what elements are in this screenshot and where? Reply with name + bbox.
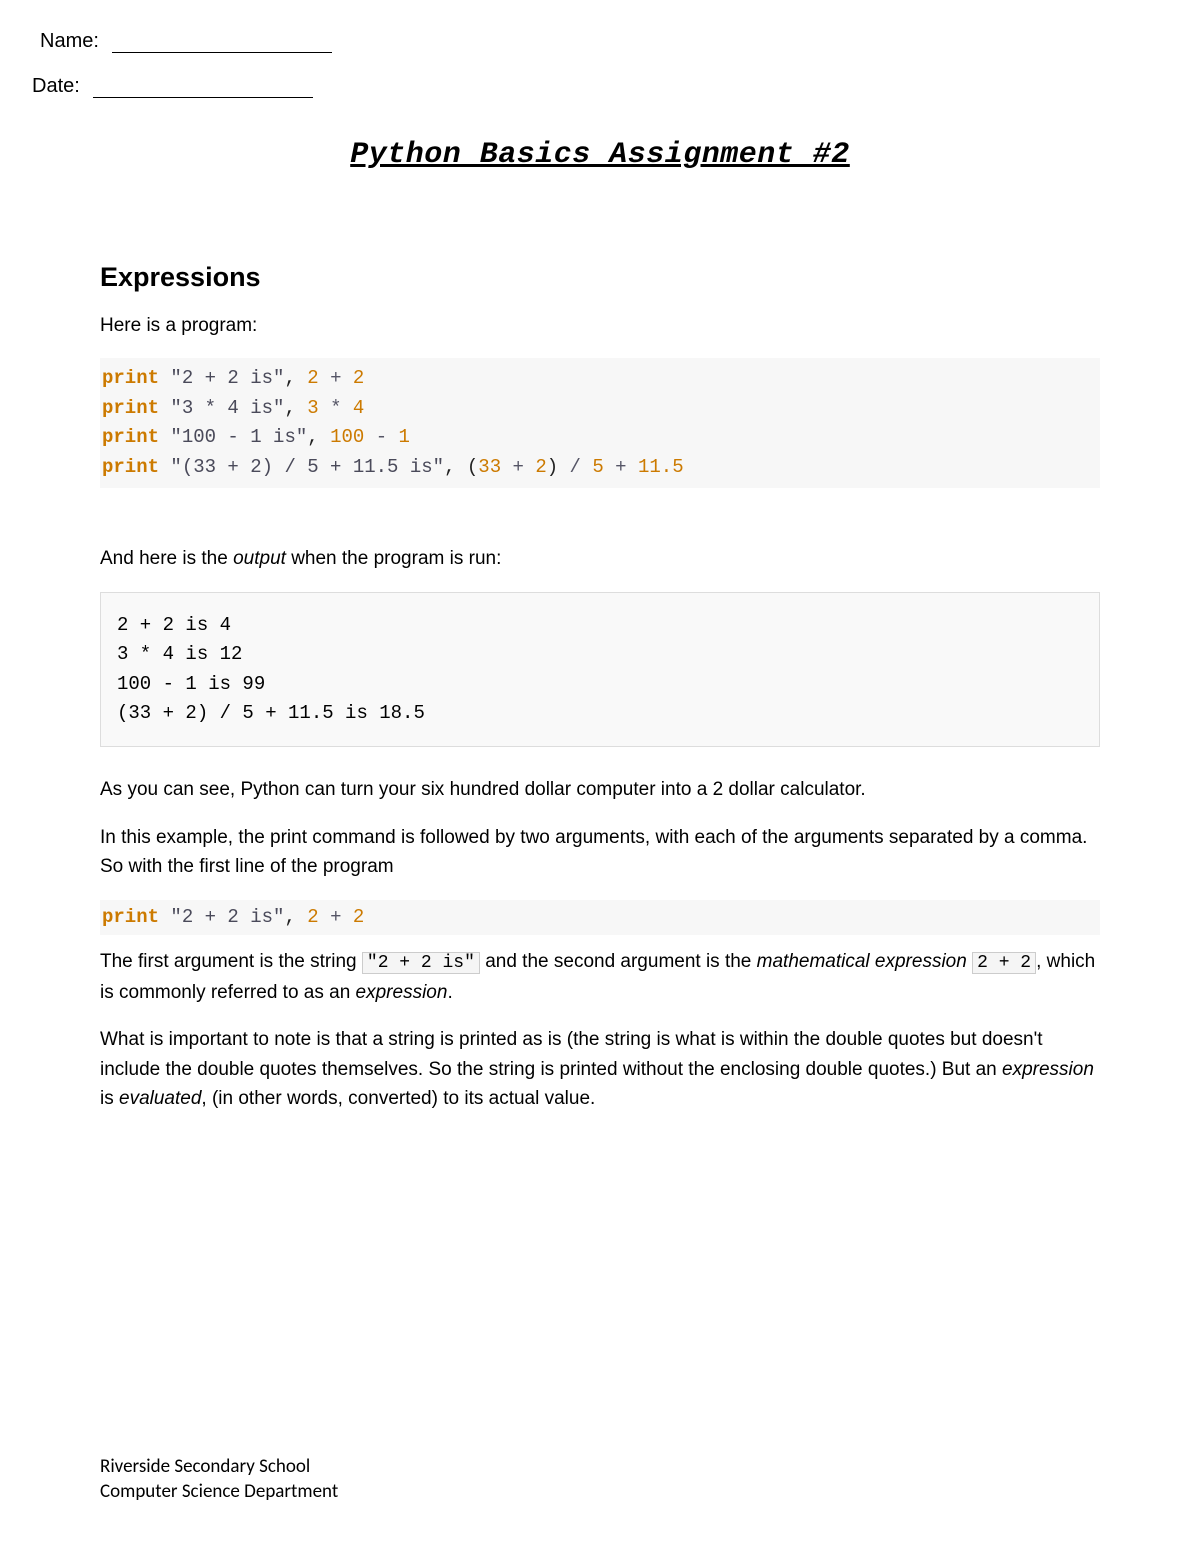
code-number: 100	[330, 426, 364, 448]
text: And here is the	[100, 548, 233, 569]
paragraph-4: What is important to note is that a stri…	[100, 1025, 1100, 1113]
code-operator: +	[330, 906, 341, 928]
date-field-row: Date:	[32, 75, 1100, 98]
text: and the second argument is the	[480, 951, 757, 972]
text-italic: output	[233, 548, 286, 569]
code-punct: ,	[284, 397, 295, 419]
code-string: "2 + 2 is"	[170, 367, 284, 389]
text-italic: evaluated	[119, 1088, 201, 1109]
footer-line-1: Riverside Secondary School	[100, 1454, 338, 1480]
code-keyword: print	[102, 456, 159, 478]
text: .	[447, 982, 452, 1003]
code-keyword: print	[102, 397, 159, 419]
text: when the program is run:	[286, 548, 501, 569]
footer-line-2: Computer Science Department	[100, 1479, 338, 1505]
code-punct: ,	[284, 367, 295, 389]
code-keyword: print	[102, 906, 159, 928]
paragraph-2: In this example, the print command is fo…	[100, 823, 1100, 882]
text-italic: expression	[1002, 1059, 1094, 1080]
code-string: "3 * 4 is"	[170, 397, 284, 419]
code-number: 3	[307, 397, 318, 419]
code-punct: ,	[307, 426, 318, 448]
code-number: 2	[353, 906, 364, 928]
name-label: Name:	[40, 30, 99, 53]
section-heading: Expressions	[100, 262, 1100, 293]
text: , (in other words, converted) to its act…	[201, 1088, 595, 1109]
date-blank-line	[93, 97, 313, 98]
paragraph-1: As you can see, Python can turn your six…	[100, 775, 1100, 804]
code-number: 2	[535, 456, 546, 478]
header-fields: Name: Date:	[100, 30, 1100, 98]
output-intro: And here is the output when the program …	[100, 544, 1100, 573]
code-operator: -	[376, 426, 387, 448]
code-number: 11.5	[638, 456, 684, 478]
code-punct: (	[467, 456, 478, 478]
code-punct: )	[547, 456, 558, 478]
code-block-2: print "2 + 2 is", 2 + 2	[100, 900, 1100, 935]
code-operator: /	[570, 456, 581, 478]
intro-text: Here is a program:	[100, 311, 1100, 340]
code-string: "(33 + 2) / 5 + 11.5 is"	[170, 456, 444, 478]
text-italic: expression	[356, 982, 448, 1003]
code-operator: *	[330, 397, 341, 419]
code-number: 5	[592, 456, 603, 478]
code-string: "100 - 1 is"	[170, 426, 307, 448]
code-number: 1	[399, 426, 410, 448]
code-number: 33	[478, 456, 501, 478]
code-punct: ,	[444, 456, 455, 478]
text: The first argument is the string	[100, 951, 362, 972]
code-keyword: print	[102, 367, 159, 389]
footer: Riverside Secondary School Computer Scie…	[100, 1454, 338, 1505]
code-keyword: print	[102, 426, 159, 448]
text-italic: mathematical expression	[757, 951, 967, 972]
date-label: Date:	[32, 75, 80, 98]
name-field-row: Name:	[40, 30, 1100, 53]
paragraph-3: The first argument is the string "2 + 2 …	[100, 947, 1100, 1007]
code-punct: ,	[284, 906, 295, 928]
code-number: 2	[353, 367, 364, 389]
code-string: "2 + 2 is"	[170, 906, 284, 928]
code-operator: +	[513, 456, 524, 478]
code-operator: +	[615, 456, 626, 478]
output-block: 2 + 2 is 4 3 * 4 is 12 100 - 1 is 99 (33…	[100, 592, 1100, 748]
code-number: 2	[307, 906, 318, 928]
inline-code: 2 + 2	[972, 952, 1036, 974]
text: What is important to note is that a stri…	[100, 1029, 1043, 1079]
code-block-1: print "2 + 2 is", 2 + 2 print "3 * 4 is"…	[100, 358, 1100, 488]
code-number: 2	[307, 367, 318, 389]
inline-code: "2 + 2 is"	[362, 952, 480, 974]
code-number: 4	[353, 397, 364, 419]
text: is	[100, 1088, 119, 1109]
name-blank-line	[112, 52, 332, 53]
page-title: Python Basics Assignment #2	[100, 138, 1100, 172]
code-operator: +	[330, 367, 341, 389]
